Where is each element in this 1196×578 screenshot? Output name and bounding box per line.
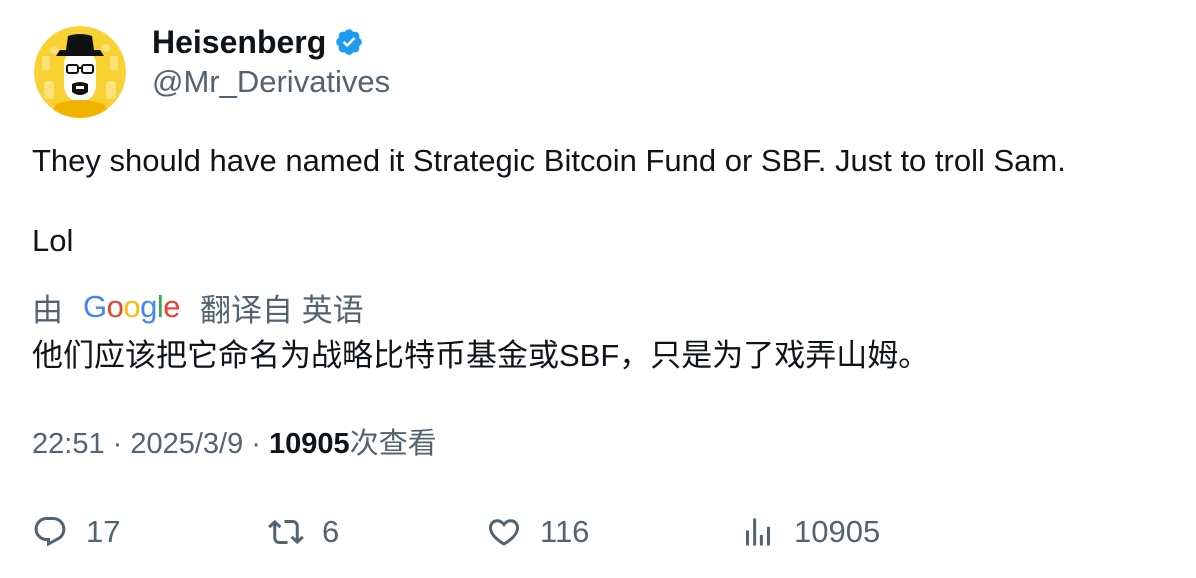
tweet-text-line: Lol: [32, 223, 74, 258]
verified-badge-icon: [336, 29, 363, 55]
tweet-time[interactable]: 22:51: [32, 428, 105, 460]
reply-button[interactable]: 17: [32, 510, 120, 554]
repost-icon: [268, 519, 304, 545]
analytics-icon: [746, 518, 770, 546]
reply-count: 17: [86, 514, 121, 549]
meta-separator: ·: [243, 428, 270, 460]
avatar[interactable]: [34, 26, 126, 118]
google-logo-letter: o: [123, 289, 141, 324]
translation-prefix: 由: [32, 292, 63, 328]
views-button[interactable]: 10905: [740, 510, 880, 554]
translation-attribution[interactable]: 由 Google 翻译自 英语: [32, 286, 364, 328]
heart-icon: [488, 519, 520, 546]
reply-icon: [34, 517, 66, 547]
google-logo-letter: g: [140, 289, 157, 324]
views-label: 次查看: [349, 428, 437, 460]
repost-button[interactable]: 6: [268, 510, 339, 554]
google-logo: Google: [83, 289, 181, 325]
like-button[interactable]: 116: [486, 510, 589, 554]
repost-count: 6: [322, 514, 340, 549]
google-logo-letter: G: [83, 289, 107, 324]
translated-text: 他们应该把它命名为战略比特币基金或SBF，只是为了戏弄山姆。: [32, 338, 930, 373]
views-count: 10905: [269, 428, 350, 460]
display-name-text: Heisenberg: [152, 24, 327, 60]
views-action-count: 10905: [794, 514, 881, 549]
meta-separator: ·: [104, 428, 131, 460]
author-handle[interactable]: @Mr_Derivatives: [152, 62, 390, 102]
translation-suffix: 翻译自 英语: [200, 292, 364, 328]
google-logo-letter: e: [163, 289, 181, 324]
tweet-date[interactable]: 2025/3/9: [130, 428, 243, 460]
tweet-text-line: They should have named it Strategic Bitc…: [32, 143, 1066, 178]
heisenberg-avatar: [34, 26, 126, 118]
like-count: 116: [540, 514, 590, 549]
tweet-meta: 22:51 · 2025/3/9 · 10905次查看: [32, 424, 437, 464]
author-display-name[interactable]: Heisenberg: [152, 22, 364, 62]
google-logo-letter: o: [106, 289, 124, 324]
